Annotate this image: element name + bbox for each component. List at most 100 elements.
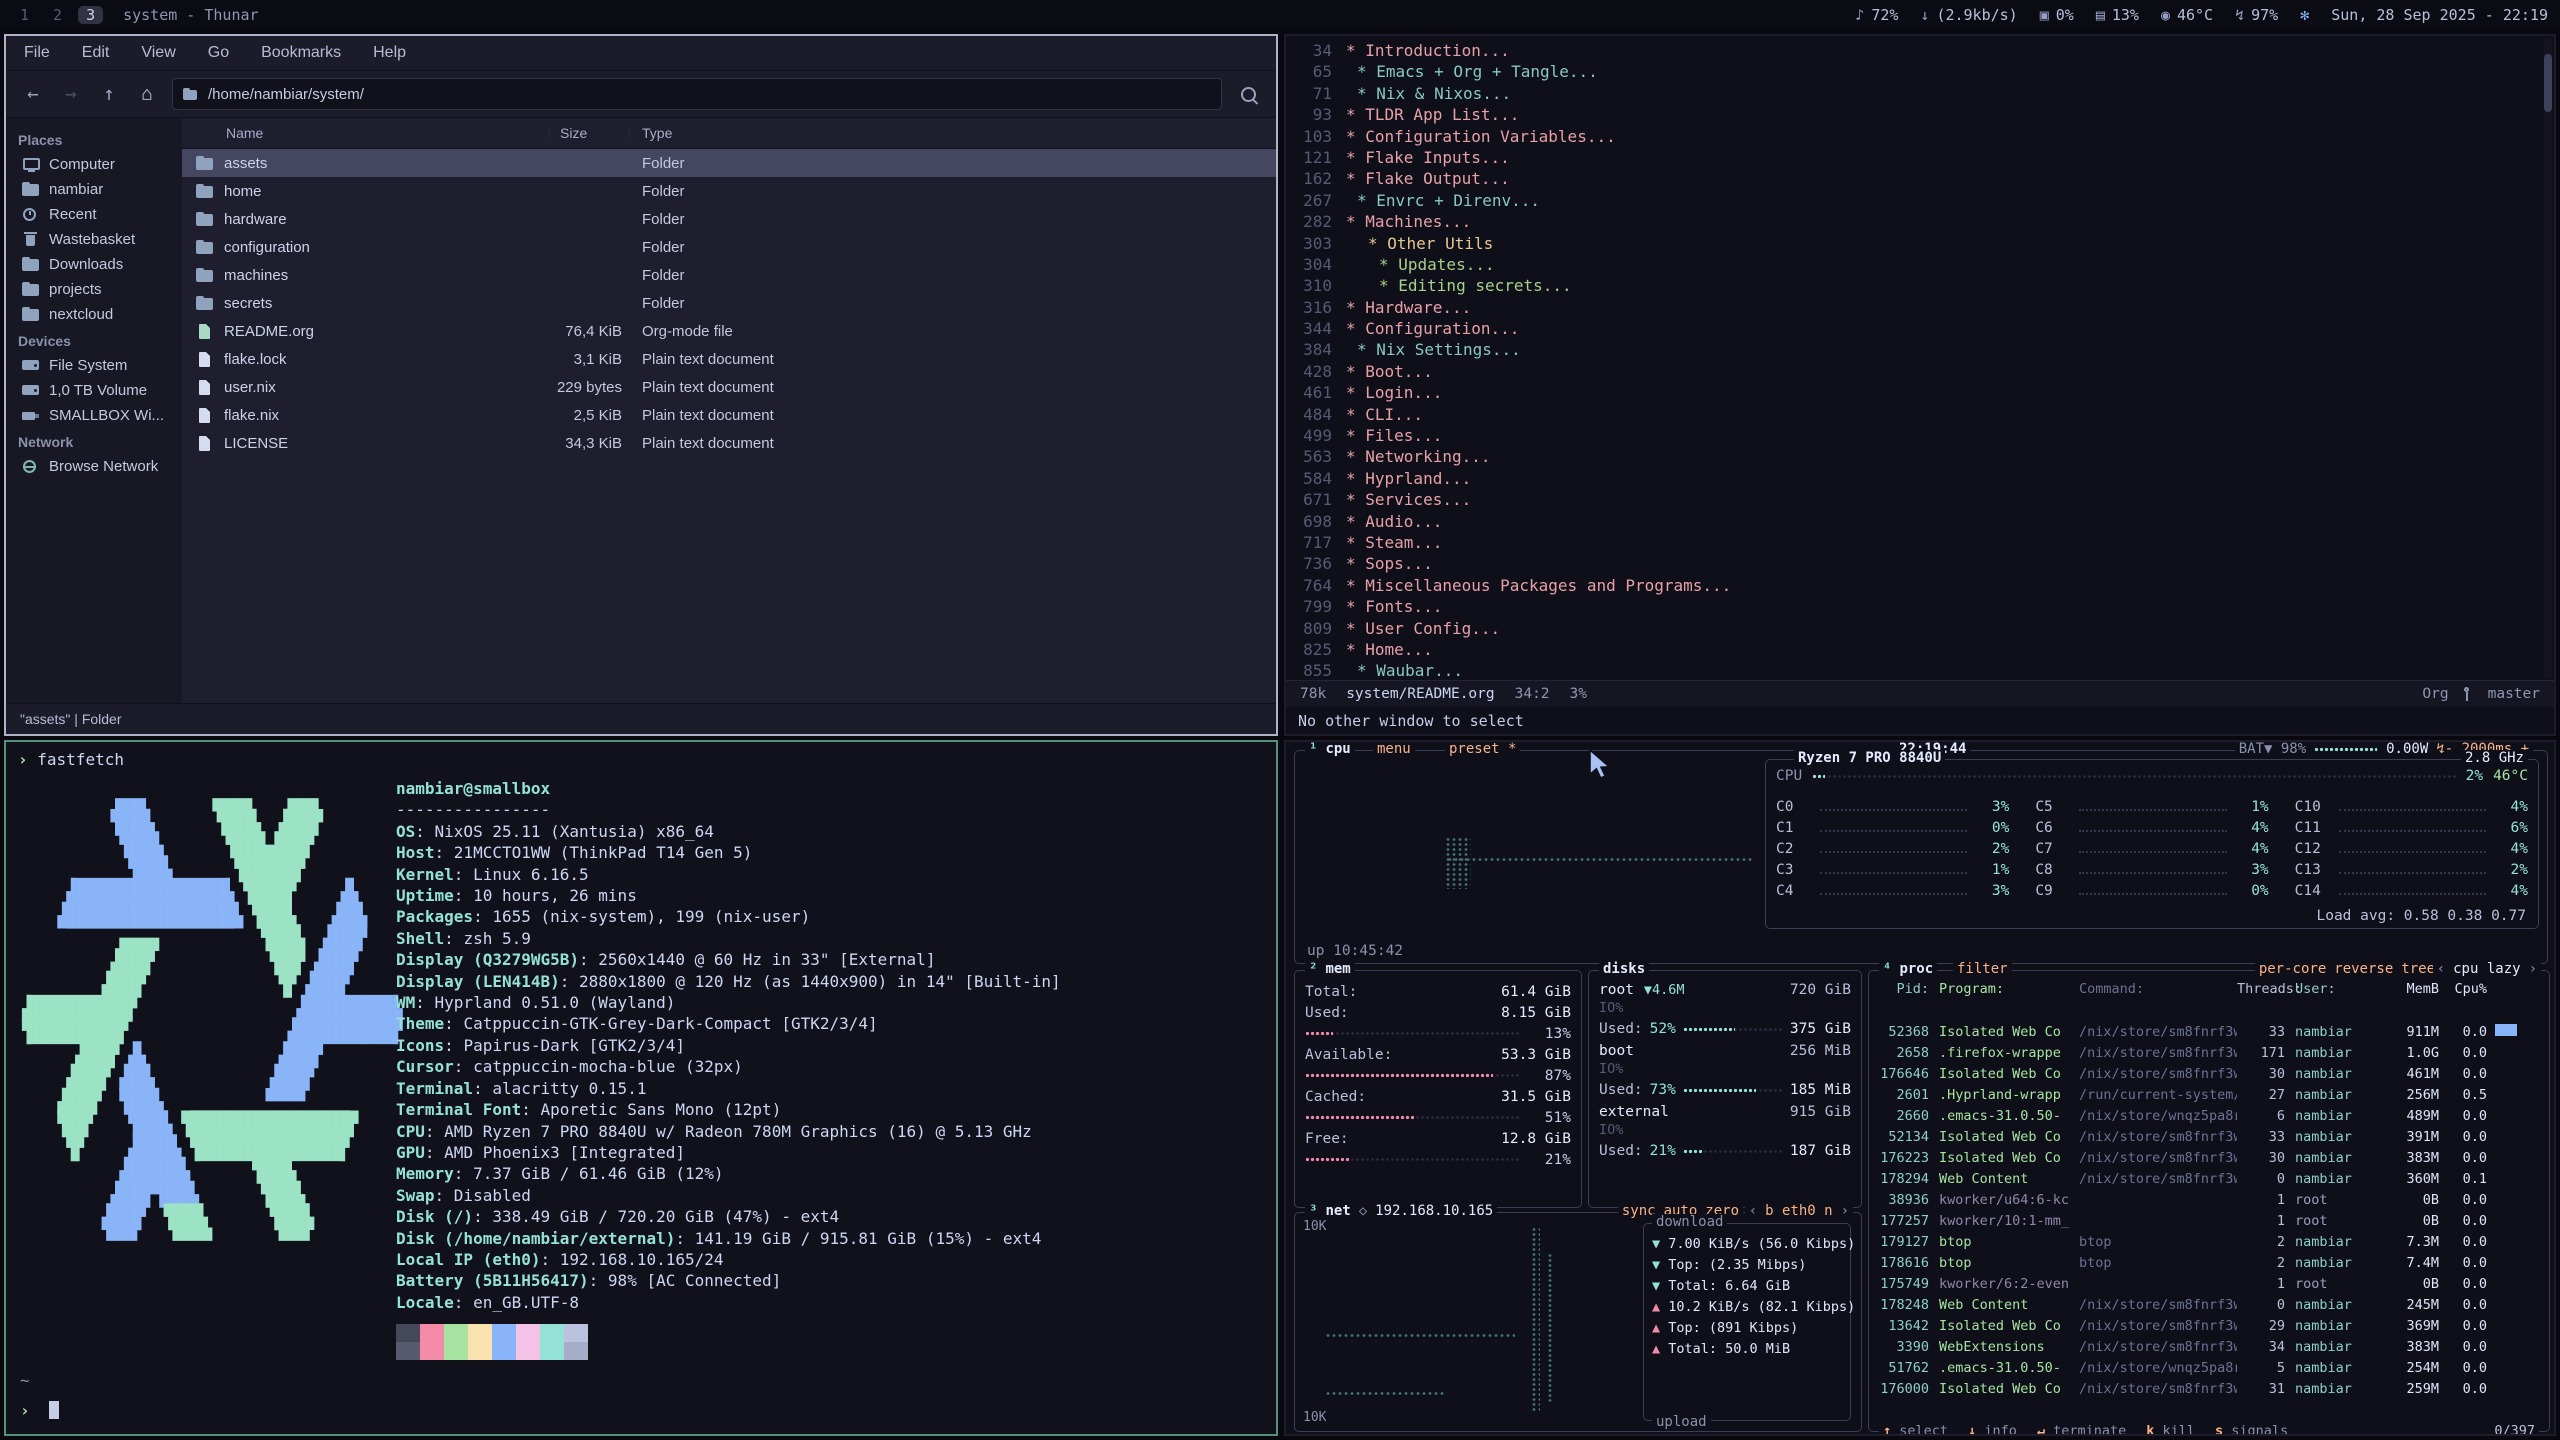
process-row[interactable]: 178616btopbtop2nambiar7.4M0.0 xyxy=(1877,1252,2541,1273)
org-heading-text: * Configuration... xyxy=(1346,318,1519,339)
proc-action-terminate[interactable]: ↵ terminate xyxy=(2037,1423,2126,1436)
proc-option-tree[interactable]: tree xyxy=(2401,961,2435,977)
file-row[interactable]: machinesFolder xyxy=(182,261,1276,289)
disks-box-title: disks xyxy=(1599,961,1649,977)
menu-edit[interactable]: Edit xyxy=(82,44,110,62)
file-row[interactable]: LICENSE34,3 KiBPlain text document xyxy=(182,429,1276,457)
temperature-icon: ◉ xyxy=(2161,6,2170,24)
column-header-type[interactable]: Type xyxy=(630,125,672,141)
battery-module[interactable]: ↯97% xyxy=(2235,6,2278,24)
line-number: 764 xyxy=(1286,575,1332,596)
process-row[interactable]: 38936kworker/u64:6-kc1root0B0.0 xyxy=(1877,1189,2541,1210)
net-option-sync[interactable]: sync xyxy=(1622,1203,1656,1219)
scrollbar-thumb[interactable] xyxy=(2544,54,2552,112)
clock-module[interactable]: Sun, 28 Sep 2025 - 22:19 xyxy=(2331,6,2548,24)
org-heading-line: 103* Configuration Variables... xyxy=(1286,126,2540,147)
proc-action-select[interactable]: ↑ select xyxy=(1883,1423,1948,1436)
file-row[interactable]: flake.nix2,5 KiBPlain text document xyxy=(182,401,1276,429)
process-row[interactable]: 13642Isolated Web Co/nix/store/sm8fnrf3w… xyxy=(1877,1315,2541,1336)
file-row[interactable]: hardwareFolder xyxy=(182,205,1276,233)
scrollbar[interactable] xyxy=(2544,38,2552,678)
up-button[interactable]: ↑ xyxy=(92,78,126,110)
filter-button[interactable]: filter xyxy=(1953,961,2012,977)
sort-selector[interactable]: ‹cpu lazy› xyxy=(2433,961,2541,977)
file-row[interactable]: user.nix229 bytesPlain text document xyxy=(182,373,1276,401)
file-type: Plain text document xyxy=(630,379,774,396)
process-row[interactable]: 3390WebExtensions/nix/store/sm8fnrf3wps4… xyxy=(1877,1336,2541,1357)
cpu-module[interactable]: ▣0% xyxy=(2040,6,2074,24)
fetch-info-terminal-font: Terminal Font: Aporetic Sans Mono (12pt) xyxy=(396,1099,1061,1120)
sidebar-item-smallbox-wi[interactable]: SMALLBOX Wi... xyxy=(6,403,182,428)
process-row[interactable]: 178248Web Content/nix/store/sm8fnrf3wps4… xyxy=(1877,1294,2541,1315)
process-row[interactable]: 176000Isolated Web Co/nix/store/sm8fnrf3… xyxy=(1877,1378,2541,1399)
menu-bookmarks[interactable]: Bookmarks xyxy=(261,44,341,62)
column-header-size[interactable]: Size xyxy=(550,125,630,141)
process-row[interactable]: 51762.emacs-31.0.50-/nix/store/wnqz5pa8r… xyxy=(1877,1357,2541,1378)
proc-option-reverse[interactable]: reverse xyxy=(2334,961,2393,977)
process-row[interactable]: 52134Isolated Web Co/nix/store/sm8fnrf3w… xyxy=(1877,1126,2541,1147)
sidebar-item-wastebasket[interactable]: Wastebasket xyxy=(6,227,182,252)
file-row[interactable]: secretsFolder xyxy=(182,289,1276,317)
memory-module[interactable]: ▤13% xyxy=(2096,6,2139,24)
org-heading-line: 736* Sops... xyxy=(1286,553,2540,574)
sidebar-item-recent[interactable]: Recent xyxy=(6,202,182,227)
process-row[interactable]: 179127btopbtop2nambiar7.3M0.0 xyxy=(1877,1231,2541,1252)
workspace-2[interactable]: 2 xyxy=(45,6,70,24)
fetch-separator: ---------------- xyxy=(396,799,1061,820)
process-row[interactable]: 2660.emacs-31.0.50-/nix/store/wnqz5pa8ra… xyxy=(1877,1105,2541,1126)
menu-go[interactable]: Go xyxy=(208,44,229,62)
process-row[interactable]: 2658.firefox-wrappe/nix/store/sm8fnrf3wp… xyxy=(1877,1042,2541,1063)
menu-help[interactable]: Help xyxy=(373,44,406,62)
org-heading-line: 698* Audio... xyxy=(1286,511,2540,532)
preset-button[interactable]: preset * xyxy=(1445,741,1520,757)
process-row[interactable]: 176223Isolated Web Co/nix/store/sm8fnrf3… xyxy=(1877,1147,2541,1168)
column-header-name[interactable]: Name xyxy=(182,125,550,141)
forward-button[interactable]: → xyxy=(54,78,88,110)
workspace-3[interactable]: 3 xyxy=(78,6,103,24)
proc-action-info[interactable]: ↓ info xyxy=(1968,1423,2017,1436)
process-row[interactable]: 178294Web Content/nix/store/sm8fnrf3wps4… xyxy=(1877,1168,2541,1189)
menu-view[interactable]: View xyxy=(141,44,175,62)
process-row[interactable]: 2601.Hyprland-wrapp/run/current-system/s… xyxy=(1877,1084,2541,1105)
file-row[interactable]: assetsFolder xyxy=(182,149,1276,177)
proc-action-signals[interactable]: s signals xyxy=(2215,1423,2288,1436)
sidebar-item-nambiar[interactable]: nambiar xyxy=(6,177,182,202)
sidebar-item-file-system[interactable]: File System xyxy=(6,353,182,378)
path-bar[interactable]: /home/nambiar/system/ xyxy=(172,78,1222,110)
home-button[interactable]: ⌂ xyxy=(130,78,164,110)
file-row[interactable]: README.org76,4 KiBOrg-mode file xyxy=(182,317,1276,345)
file-row[interactable]: homeFolder xyxy=(182,177,1276,205)
core-stat-c14: C144% xyxy=(2295,880,2528,901)
shell-prompt[interactable]: › xyxy=(20,1401,59,1420)
nix-module[interactable]: ✻ xyxy=(2300,6,2309,24)
search-button[interactable] xyxy=(1230,78,1266,110)
sidebar-item-1-0-tb-volume[interactable]: 1,0 TB Volume xyxy=(6,378,182,403)
file-row[interactable]: configurationFolder xyxy=(182,233,1276,261)
process-box: ⁴proc filter per-corereversetree ‹cpu la… xyxy=(1868,970,2550,1432)
menu-button[interactable]: menu xyxy=(1373,741,1415,757)
temperature-module[interactable]: ◉46°C xyxy=(2161,6,2213,24)
process-row[interactable]: 175749kworker/6:2-even1root0B0.0 xyxy=(1877,1273,2541,1294)
proc-option-per-core[interactable]: per-core xyxy=(2259,961,2326,977)
sidebar-item-projects[interactable]: projects xyxy=(6,277,182,302)
cpu-total-row: CPU 2% 46°C xyxy=(1776,768,2528,784)
cpu-box-title: ¹cpu xyxy=(1305,741,1355,757)
back-button[interactable]: ← xyxy=(16,78,50,110)
sidebar-item-downloads[interactable]: Downloads xyxy=(6,252,182,277)
sidebar-item-nextcloud[interactable]: nextcloud xyxy=(6,302,182,327)
network-traffic-module[interactable]: ↓(2.9kb/s) xyxy=(1920,6,2017,24)
column-headers: NameSizeType xyxy=(182,118,1276,149)
menu-file[interactable]: File xyxy=(24,44,50,62)
process-row[interactable]: 176646Isolated Web Co/nix/store/sm8fnrf3… xyxy=(1877,1063,2541,1084)
interface-selector[interactable]: ‹b eth0 n› xyxy=(1745,1203,1853,1219)
workspace-1[interactable]: 1 xyxy=(12,6,37,24)
sidebar-item-computer[interactable]: Computer xyxy=(6,152,182,177)
process-row[interactable]: 52368Isolated Web Co/nix/store/sm8fnrf3w… xyxy=(1877,1021,2541,1042)
file-type: Folder xyxy=(630,295,685,312)
volume-module[interactable]: ♪72% xyxy=(1855,6,1898,24)
process-row[interactable]: 177257kworker/10:1-mm_1root0B0.0 xyxy=(1877,1210,2541,1231)
proc-action-kill[interactable]: k kill xyxy=(2146,1423,2195,1436)
fetch-info-host: Host: 21MCCTO1WW (ThinkPad T14 Gen 5) xyxy=(396,842,1061,863)
file-row[interactable]: flake.lock3,1 KiBPlain text document xyxy=(182,345,1276,373)
sidebar-item-browse-network[interactable]: Browse Network xyxy=(6,454,182,479)
